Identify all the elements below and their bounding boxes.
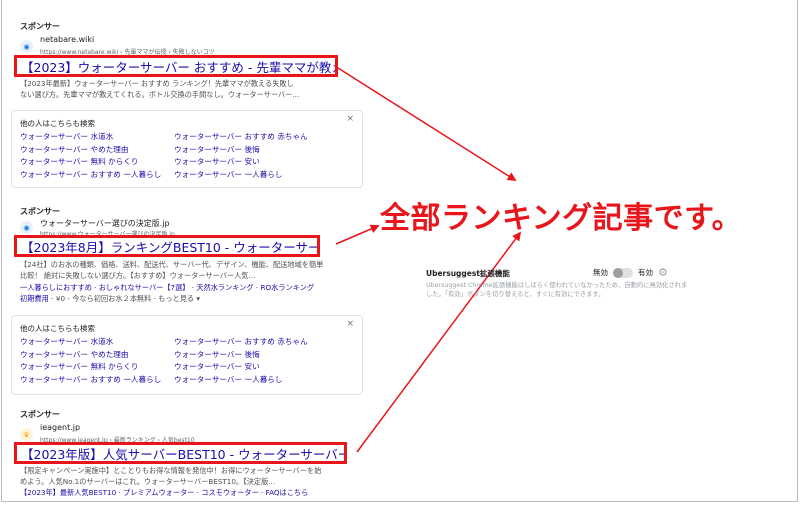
annotation-text: 全部ランキング記事です。: [380, 201, 743, 236]
toggle-on-label: 有効: [638, 268, 653, 277]
annotation-arrows: [335, 67, 522, 453]
gear-icon[interactable]: ⚙: [658, 266, 668, 279]
ubersuggest-title: Ubersuggest拡張機能: [426, 269, 510, 278]
toggle-knob: [613, 267, 623, 278]
toggle-off-label: 無効: [593, 268, 608, 277]
arrow-line: [356, 231, 522, 453]
ubersuggest-toggle-row: 無効 有効 ⚙: [593, 266, 668, 279]
ubersuggest-description: Ubersuggest Chrome拡張機能はしばらく使われていなかったため、自…: [426, 282, 688, 298]
enable-toggle[interactable]: [613, 267, 633, 278]
arrow-line: [335, 224, 380, 245]
arrow-line: [337, 67, 517, 181]
